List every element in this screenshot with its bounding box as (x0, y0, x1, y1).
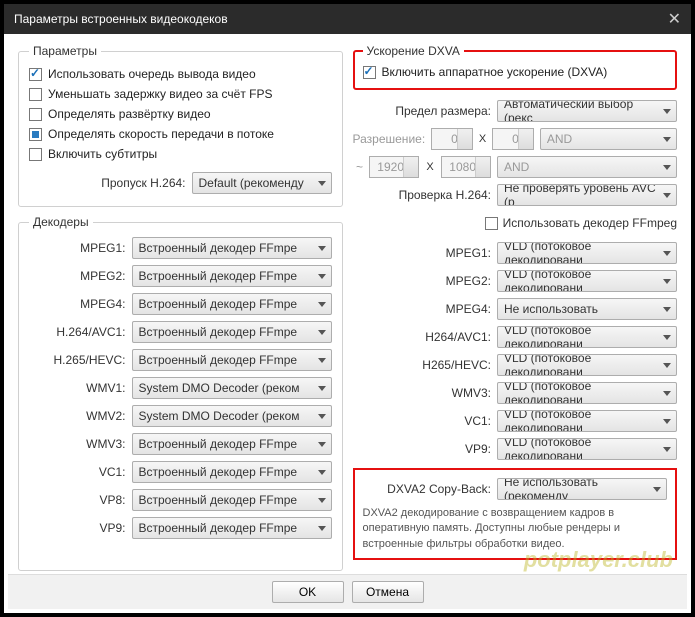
decoder-select-2[interactable]: Встроенный декодер FFmpe (132, 293, 332, 315)
h264-check-select[interactable]: Не проверять уровень AVC (р (497, 184, 677, 206)
ok-button[interactable]: OK (272, 581, 344, 603)
dxva-decoder-select-2[interactable]: Не использовать (497, 298, 677, 320)
params-legend: Параметры (29, 44, 101, 58)
dxva-decoder-label-1: MPEG2: (353, 274, 492, 288)
resolution-label: Разрешение: (353, 132, 426, 146)
dxva-decoder-select-4[interactable]: VLD (потоковое декодировани (497, 354, 677, 376)
decoder-label-2: MPEG4: (29, 297, 126, 311)
decoder-select-3[interactable]: Встроенный декодер FFmpe (132, 321, 332, 343)
decoder-select-10[interactable]: Встроенный декодер FFmpe (132, 517, 332, 539)
lbl-detect-bitrate: Определять скорость передачи в потоке (48, 127, 274, 141)
copyback-label: DXVA2 Copy-Back: (363, 482, 492, 496)
lbl-use-queue: Использовать очередь вывода видео (48, 67, 256, 81)
h264-skip-label: Пропуск H.264: (29, 176, 186, 190)
h264-skip-select[interactable]: Default (рекоменду (192, 172, 332, 194)
decoder-label-3: H.264/AVC1: (29, 325, 126, 339)
chk-use-ffmpeg[interactable] (485, 217, 498, 230)
tilde-label: ~ (353, 160, 364, 174)
decoder-select-4[interactable]: Встроенный декодер FFmpe (132, 349, 332, 371)
size-limit-select[interactable]: Автоматический выбор (рекс (497, 100, 677, 122)
chk-enable-subs[interactable] (29, 148, 42, 161)
lbl-use-ffmpeg: Использовать декодер FFmpeg (503, 216, 677, 230)
dxva-decoder-label-6: VC1: (353, 414, 492, 428)
size-limit-label: Предел размера: (353, 104, 492, 118)
chk-reduce-delay[interactable] (29, 88, 42, 101)
decoder-select-1[interactable]: Встроенный декодер FFmpe (132, 265, 332, 287)
decoder-label-1: MPEG2: (29, 269, 126, 283)
lbl-enable-subs: Включить субтитры (48, 147, 157, 161)
decoder-select-7[interactable]: Встроенный декодер FFmpe (132, 433, 332, 455)
decoder-select-8[interactable]: Встроенный декодер FFmpe (132, 461, 332, 483)
decoder-label-0: MPEG1: (29, 241, 126, 255)
close-icon[interactable]: ✕ (668, 9, 681, 29)
lbl-enable-dxva: Включить аппаратное ускорение (DXVA) (382, 65, 608, 79)
titlebar: Параметры встроенных видеокодеков ✕ (4, 4, 691, 34)
cancel-button[interactable]: Отмена (352, 581, 424, 603)
dxva-decoder-label-3: H264/AVC1: (353, 330, 492, 344)
dxva-decoder-select-1[interactable]: VLD (потоковое декодировани (497, 270, 677, 292)
dxva-decoder-select-3[interactable]: VLD (потоковое декодировани (497, 326, 677, 348)
h264-check-label: Проверка H.264: (353, 188, 492, 202)
decoders-legend: Декодеры (29, 215, 93, 229)
and2-select[interactable]: AND (497, 156, 677, 178)
params-group: Параметры Использовать очередь вывода ви… (18, 44, 343, 207)
and1-select[interactable]: AND (540, 128, 677, 150)
decoder-label-6: WMV2: (29, 409, 126, 423)
res-w2[interactable]: 1920 (369, 156, 419, 178)
dxva-decoder-label-0: MPEG1: (353, 246, 492, 260)
dxva-decoder-select-6[interactable]: VLD (потоковое декодировани (497, 410, 677, 432)
dxva-legend: Ускорение DXVA (363, 44, 464, 58)
res-h1[interactable]: 0 (492, 128, 534, 150)
res-h2[interactable]: 1080 (441, 156, 491, 178)
dxva-decoder-select-0[interactable]: VLD (потоковое декодировани (497, 242, 677, 264)
dxva-decoder-label-7: VP9: (353, 442, 492, 456)
decoders-group: Декодеры MPEG1: Встроенный декодер FFmpe M… (18, 215, 343, 571)
decoder-select-0[interactable]: Встроенный декодер FFmpe (132, 237, 332, 259)
decoder-label-9: VP8: (29, 493, 126, 507)
chk-detect-bitrate[interactable] (29, 128, 42, 141)
dxva-decoder-select-7[interactable]: VLD (потоковое декодировани (497, 438, 677, 460)
chk-detect-scan[interactable] (29, 108, 42, 121)
copyback-select[interactable]: Не использовать (рекоменду (497, 478, 667, 500)
chk-enable-dxva[interactable] (363, 66, 376, 79)
lbl-detect-scan: Определять развёртку видео (48, 107, 211, 121)
res-w1[interactable]: 0 (431, 128, 473, 150)
copyback-desc: DXVA2 декодирование с возвращением кадро… (363, 506, 668, 552)
decoder-select-5[interactable]: System DMO Decoder (реком (132, 377, 332, 399)
lbl-reduce-delay: Уменьшать задержку видео за счёт FPS (48, 87, 273, 101)
window-title: Параметры встроенных видеокодеков (14, 12, 668, 26)
chk-use-queue[interactable] (29, 68, 42, 81)
dxva-decoder-label-4: H265/HEVC: (353, 358, 492, 372)
decoder-label-7: WMV3: (29, 437, 126, 451)
decoder-label-10: VP9: (29, 521, 126, 535)
decoder-label-5: WMV1: (29, 381, 126, 395)
dxva-decoder-label-2: MPEG4: (353, 302, 492, 316)
decoder-select-6[interactable]: System DMO Decoder (реком (132, 405, 332, 427)
dxva-decoder-select-5[interactable]: VLD (потоковое декодировани (497, 382, 677, 404)
dxva-group: Ускорение DXVA Включить аппаратное ускор… (353, 44, 678, 90)
dxva-decoder-label-5: WMV3: (353, 386, 492, 400)
decoder-label-8: VC1: (29, 465, 126, 479)
decoder-label-4: H.265/HEVC: (29, 353, 126, 367)
decoder-select-9[interactable]: Встроенный декодер FFmpe (132, 489, 332, 511)
